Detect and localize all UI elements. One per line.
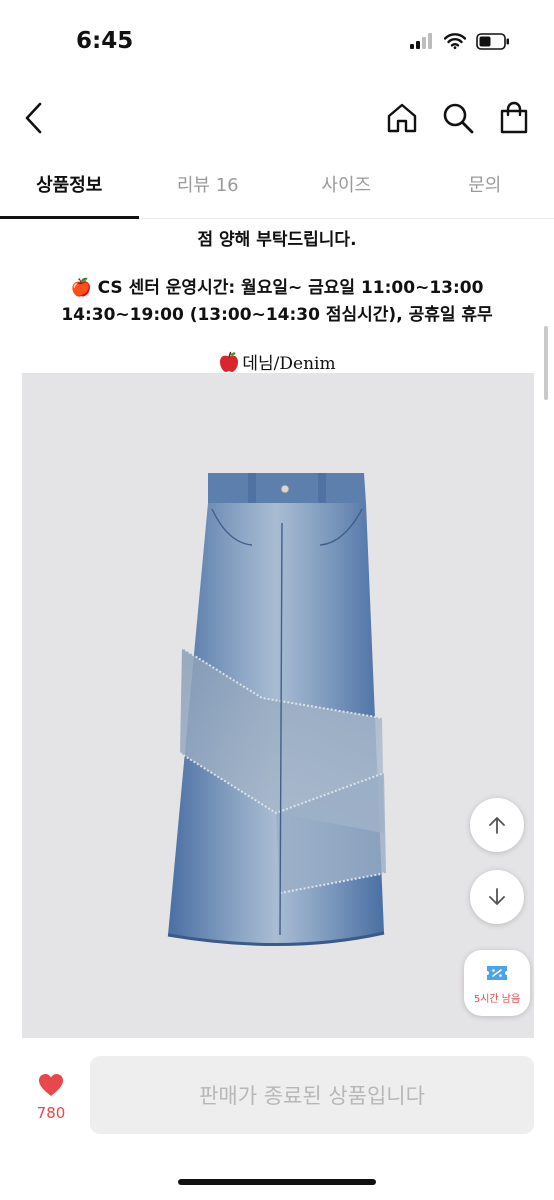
tab-reviews[interactable]: 리뷰 16: [139, 160, 278, 218]
scroll-up-button[interactable]: [470, 798, 524, 852]
sold-out-button: 판매가 종료된 상품입니다: [90, 1056, 534, 1134]
scroll-down-button[interactable]: [470, 870, 524, 924]
cs-hours: 🍎 CS 센터 운영시간: 월요일~ 금요일 11:00~13:00 14:30…: [0, 275, 554, 329]
cs-hours-line2: 14:30~19:00 (13:00~14:30 점심시간), 공휴일 휴무: [61, 305, 493, 325]
coupon-icon: [487, 966, 507, 980]
product-detail-content: 점 양해 부탁드립니다. 🍎 CS 센터 운영시간: 월요일~ 금요일 11:0…: [0, 219, 554, 1049]
shopping-bag-icon: [500, 101, 528, 134]
like-count: 780: [36, 1104, 66, 1122]
product-image: [22, 373, 534, 1038]
status-bar: 6:45: [0, 0, 554, 80]
arrow-up-icon: [489, 817, 505, 834]
battery-icon: [476, 32, 509, 50]
wifi-icon: [444, 33, 466, 49]
back-button[interactable]: [14, 98, 54, 138]
status-time: 6:45: [76, 28, 134, 54]
fabric-label: 데님/Denim: [242, 354, 336, 374]
tab-inquiry[interactable]: 문의: [416, 160, 554, 218]
tab-product-info[interactable]: 상품정보: [0, 160, 139, 219]
status-icons: [410, 28, 510, 54]
denim-skirt-image: [167, 473, 387, 947]
coupon-timer-button[interactable]: 5시간 남음: [464, 950, 530, 1016]
notice-text: 점 양해 부탁드립니다.: [197, 230, 357, 250]
home-button[interactable]: [382, 98, 422, 138]
heart-icon: [39, 1074, 63, 1096]
home-icon: [387, 103, 417, 133]
search-icon: [443, 103, 474, 134]
cs-hours-line1: 🍎 CS 센터 운영시간: 월요일~ 금요일 11:00~13:00: [70, 278, 484, 298]
product-tabs: 상품정보 리뷰 16 사이즈 문의: [0, 160, 554, 219]
search-button[interactable]: [438, 98, 478, 138]
like-button[interactable]: 780: [26, 1072, 76, 1122]
arrow-down-icon: [489, 888, 505, 905]
fabric-line: 데님/Denim: [0, 349, 554, 374]
navigation-bar: [0, 86, 554, 150]
tab-size[interactable]: 사이즈: [277, 160, 416, 218]
coupon-time-remaining: 5시간 남음: [473, 994, 521, 1005]
home-indicator: [178, 1179, 376, 1185]
scrollbar[interactable]: [544, 326, 548, 400]
cart-button[interactable]: [494, 98, 534, 138]
chevron-left-icon: [25, 102, 42, 134]
apple-icon: [220, 351, 239, 372]
signal-icon: [410, 33, 432, 49]
